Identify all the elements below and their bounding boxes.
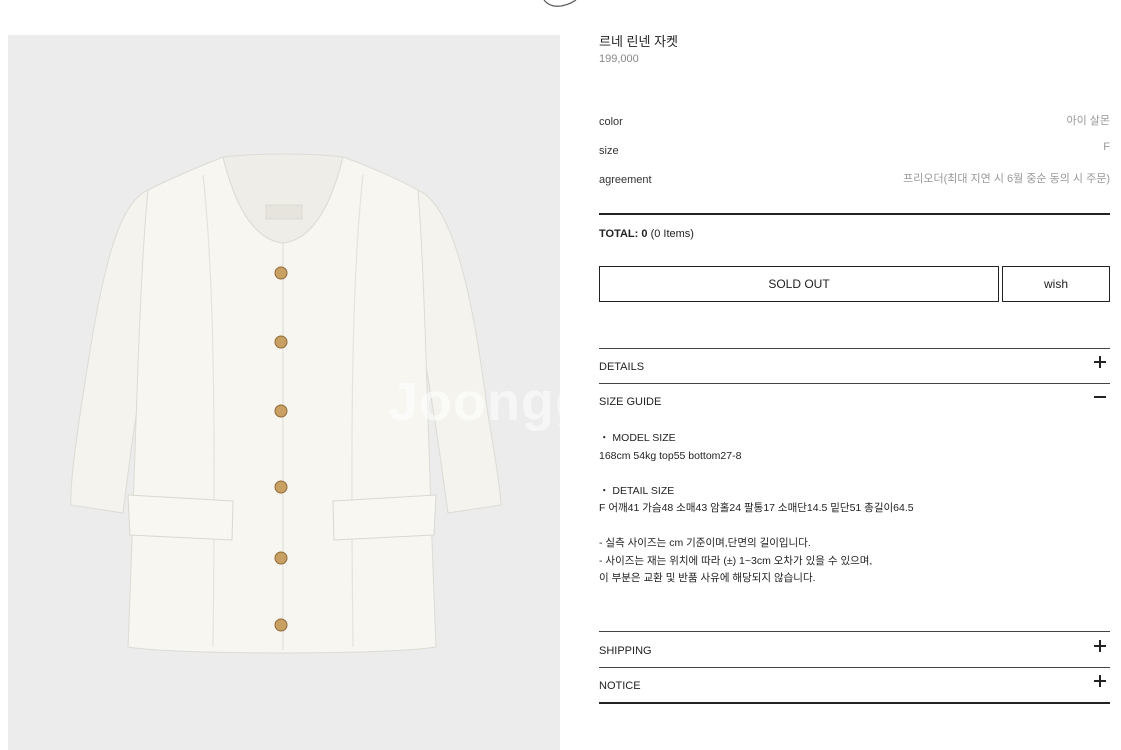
sold-out-button[interactable]: SOLD OUT [599, 266, 999, 302]
option-value-size[interactable]: F [1103, 141, 1110, 153]
detail-size-text: F 어깨41 가슴48 소매43 암홀24 팔통17 소매단14.5 밑단51 … [599, 502, 914, 514]
wish-button[interactable]: wish [1002, 266, 1110, 302]
divider [599, 702, 1110, 704]
accordion-details[interactable]: DETAILS [599, 349, 1110, 383]
size-note: - 실측 사이즈는 cm 기준이며,단면의 길이입니다. [599, 537, 811, 549]
option-label: size [599, 145, 619, 157]
option-label: agreement [599, 174, 652, 186]
accordion-title: SIZE GUIDE [599, 396, 662, 408]
accordion-notice[interactable]: NOTICE [599, 668, 1110, 702]
total-label: TOTAL: [599, 228, 639, 240]
total-summary: TOTAL: 0 (0 Items) [599, 228, 694, 240]
divider [599, 213, 1110, 215]
option-label: color [599, 116, 623, 128]
accordion-title: DETAILS [599, 361, 645, 373]
brand-logo-fragment [543, 0, 577, 7]
product-name: 르네 린넨 자켓 [599, 34, 678, 49]
accordion-shipping[interactable]: SHIPPING [599, 633, 1110, 667]
option-value-agreement[interactable]: 프리오더(최대 지연 시 6월 중순 동의 시 주문) [903, 170, 1110, 186]
model-size-text: 168cm 54kg top55 bottom27-8 [599, 449, 742, 462]
model-size-heading: ・ MODEL SIZE [599, 432, 676, 444]
total-items: (0 Items) [650, 228, 694, 240]
option-agreement[interactable]: agreement 프리오더(최대 지연 시 6월 중순 동의 시 주문) [599, 170, 1110, 186]
size-note: - 사이즈는 재는 위치에 따라 (±) 1~3cm 오차가 있을 수 있으며, [599, 554, 873, 567]
accordion-title: NOTICE [599, 680, 641, 692]
accordion-size-guide[interactable]: SIZE GUIDE [599, 384, 1110, 418]
divider [599, 631, 1110, 632]
plus-icon[interactable] [1094, 356, 1106, 368]
accordion-title: SHIPPING [599, 645, 652, 657]
watermark-text: Joongg [388, 372, 560, 432]
minus-icon[interactable] [1094, 391, 1106, 403]
plus-icon[interactable] [1094, 640, 1106, 652]
option-color[interactable]: color 아이 살몬 [599, 112, 1110, 128]
size-note: 이 부분은 교환 및 반품 사유에 해당되지 않습니다. [599, 572, 816, 584]
option-value-color[interactable]: 아이 살몬 [1066, 112, 1110, 128]
product-price: 199,000 [599, 53, 639, 65]
size-guide-content: ・ MODEL SIZE 168cm 54kg top55 bottom27-8… [599, 430, 1110, 588]
detail-size-heading: ・ DETAIL SIZE [599, 484, 675, 497]
product-image: Joongg [8, 35, 560, 750]
total-amount: 0 [641, 228, 648, 240]
plus-icon[interactable] [1094, 675, 1106, 687]
option-size[interactable]: size F [599, 141, 1110, 157]
